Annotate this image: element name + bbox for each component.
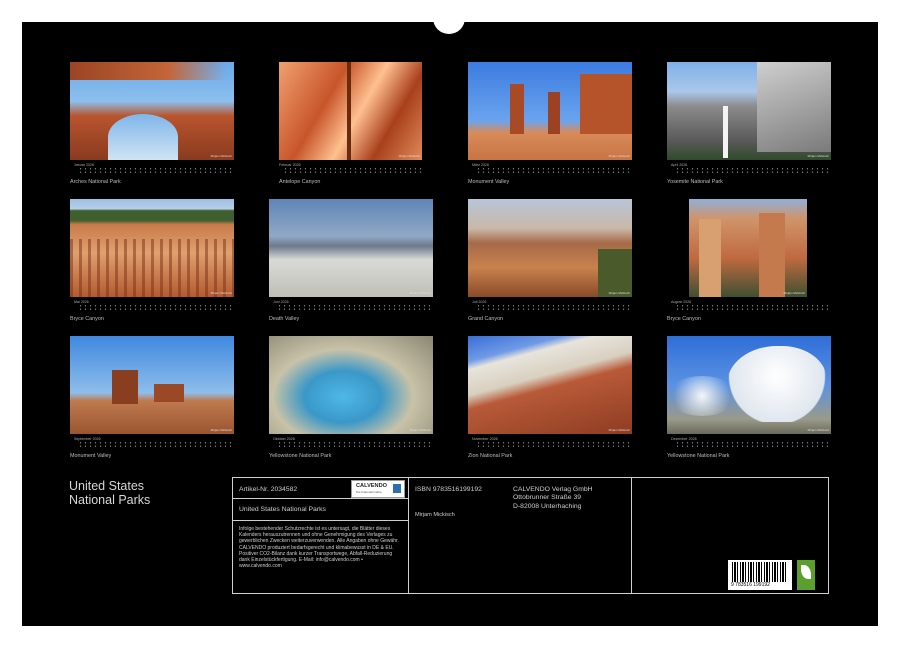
author: Mirjam Mickisch [415,512,455,519]
photo-credit: Mirjam Mickisch [410,291,431,295]
photo-credit: Mirjam Mickisch [609,291,630,295]
photo-caption: Bryce Canyon [667,316,701,322]
eco-leaf-icon [797,560,815,590]
photo-caption: Arches National Park [70,179,121,185]
photo-credit: Mirjam Mickisch [399,154,420,158]
calvendo-logo: CALVENDO Die Kalendermarke [351,480,405,498]
photo-caption: Yosemite National Park [667,179,723,185]
logo-subtext: Die Kalendermarke [356,490,382,494]
mini-calendar: Mai 2026 [74,300,234,312]
publisher-city: D-82008 Unterhaching [513,503,593,511]
photo-old-faithful: Mirjam Mickisch [667,336,831,434]
product-title: United States National Parks [239,506,326,513]
info-box-left: Artikel-Nr. 2034582 CALVENDO Die Kalende… [232,477,409,594]
calendar-title: United States National Parks [69,479,209,507]
mini-calendar: September 2026 [74,437,234,449]
photo-bryce-canyon-2: Mirjam Mickisch [689,199,807,297]
photo-credit: Mirjam Mickisch [211,291,232,295]
publisher-address: CALVENDO Verlag GmbH Ottobrunner Straße … [513,486,593,511]
photo-arches: Mirjam Mickisch [70,62,234,160]
photo-credit: Mirjam Mickisch [808,428,829,432]
photo-caption: Yellowstone National Park [269,453,331,459]
mini-calendar: April 2026 [671,163,831,175]
title-line-1: United States [69,479,209,493]
photo-caption: Monument Valley [70,453,111,459]
photo-credit: Mirjam Mickisch [211,428,232,432]
info-box-middle: ISBN 9783516199192 Mirjam Mickisch CALVE… [408,477,632,594]
photo-caption: Monument Valley [468,179,509,185]
photo-caption: Zion National Park [468,453,512,459]
publisher-street: Ottobrunner Straße 39 [513,494,593,502]
mini-calendar: Februar 2026 [279,163,422,175]
photo-monument-valley-2: Mirjam Mickisch [70,336,234,434]
isbn: ISBN 9783516199192 [415,486,482,493]
title-line-2: National Parks [69,493,209,507]
photo-antelope-canyon: Mirjam Mickisch [279,62,422,160]
photo-credit: Mirjam Mickisch [784,291,805,295]
legal-notice: Infolge bestehender Schutzrechte ist es … [239,526,404,569]
mini-calendar: November 2026 [472,437,632,449]
photo-zion: Mirjam Mickisch [468,336,632,434]
logo-mark-icon [393,484,401,493]
mini-calendar: Juni 2026 [273,300,433,312]
photo-yosemite: Mirjam Mickisch [667,62,831,160]
mini-calendar: Dezember 2026 [671,437,831,449]
photo-caption: Yellowstone National Park [667,453,729,459]
photo-yellowstone-hot-spring: Mirjam Mickisch [269,336,433,434]
barcode: 9 783516 199192 [728,560,792,590]
publisher-name: CALVENDO Verlag GmbH [513,486,593,494]
mini-calendar: März 2026 [472,163,632,175]
calendar-sheet: Mirjam Mickisch Januar 2026 Arches Natio… [22,22,878,626]
mini-calendar: Januar 2026 [74,163,234,175]
photo-caption: Bryce Canyon [70,316,104,322]
photo-monument-valley: Mirjam Mickisch [468,62,632,160]
info-box-right: 9 783516 199192 [631,477,829,594]
photo-credit: Mirjam Mickisch [609,154,630,158]
photo-credit: Mirjam Mickisch [609,428,630,432]
barcode-digits: 9 783516 199192 [731,582,770,588]
photo-caption: Death Valley [269,316,299,322]
photo-death-valley: Mirjam Mickisch [269,199,433,297]
photo-caption: Antelope Canyon [279,179,320,185]
mini-calendar: Oktober 2026 [273,437,433,449]
photo-credit: Mirjam Mickisch [211,154,232,158]
photo-credit: Mirjam Mickisch [410,428,431,432]
photo-credit: Mirjam Mickisch [808,154,829,158]
logo-text: CALVENDO [356,483,387,489]
photo-grand-canyon: Mirjam Mickisch [468,199,632,297]
mini-calendar: Juli 2026 [472,300,632,312]
mini-calendar: August 2026 [671,300,831,312]
photo-bryce-canyon: Mirjam Mickisch [70,199,234,297]
article-number: Artikel-Nr. 2034582 [239,486,297,493]
photo-caption: Grand Canyon [468,316,503,322]
